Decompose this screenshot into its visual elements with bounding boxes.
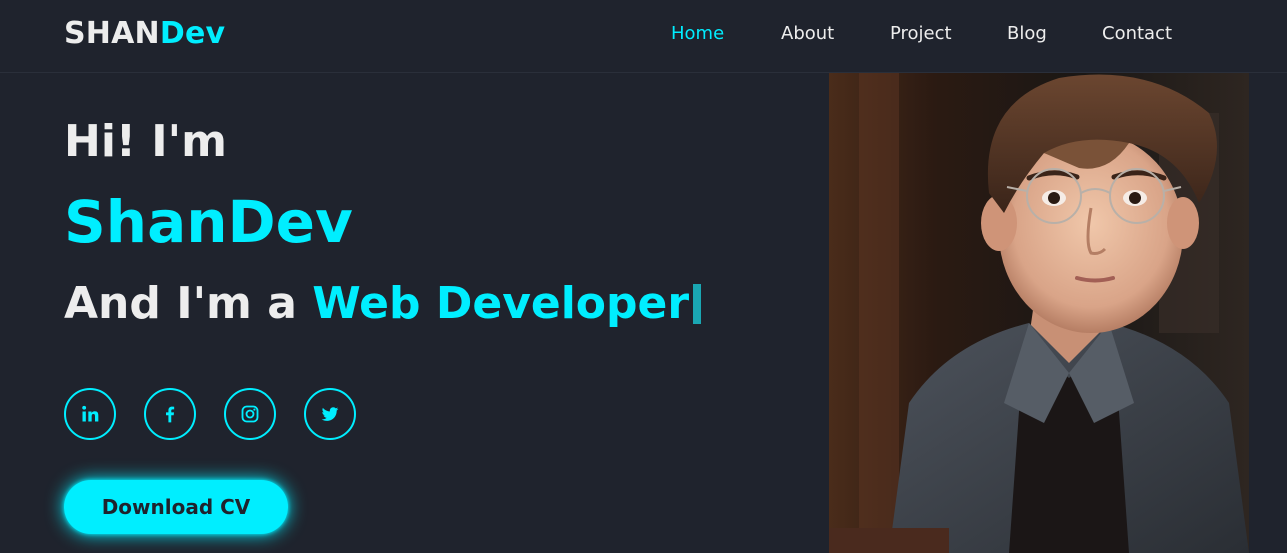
- portfolio-page: SHANDev Home About Project Blog Contact …: [0, 0, 1287, 553]
- role-highlight: Web Developer: [312, 278, 690, 329]
- twitter-icon: [321, 407, 339, 421]
- hero-greeting: Hi! I'm: [64, 116, 227, 167]
- social-links: [64, 388, 364, 440]
- nav-item-contact[interactable]: Contact: [1102, 23, 1172, 44]
- facebook-icon: [166, 406, 175, 423]
- instagram-button[interactable]: [224, 388, 276, 440]
- facebook-button[interactable]: [144, 388, 196, 440]
- hero-name: ShanDev: [64, 188, 353, 256]
- main-nav: Home About Project Blog Contact: [0, 23, 1287, 47]
- download-cv-button[interactable]: Download CV: [64, 480, 288, 534]
- nav-item-about[interactable]: About: [781, 23, 834, 44]
- nav-item-project[interactable]: Project: [890, 23, 952, 44]
- linkedin-icon: [82, 405, 99, 422]
- linkedin-button[interactable]: [64, 388, 116, 440]
- nav-item-blog[interactable]: Blog: [1007, 23, 1047, 44]
- nav-item-home[interactable]: Home: [671, 23, 724, 44]
- role-prefix: And I'm a: [64, 278, 313, 329]
- typing-caret: [693, 284, 702, 324]
- profile-portrait: [829, 73, 1249, 553]
- instagram-icon: [241, 405, 259, 423]
- site-header: SHANDev Home About Project Blog Contact: [0, 0, 1287, 73]
- hero-role: And I'm a Web Developer: [64, 278, 702, 329]
- twitter-button[interactable]: [304, 388, 356, 440]
- portrait-illustration: [829, 73, 1249, 553]
